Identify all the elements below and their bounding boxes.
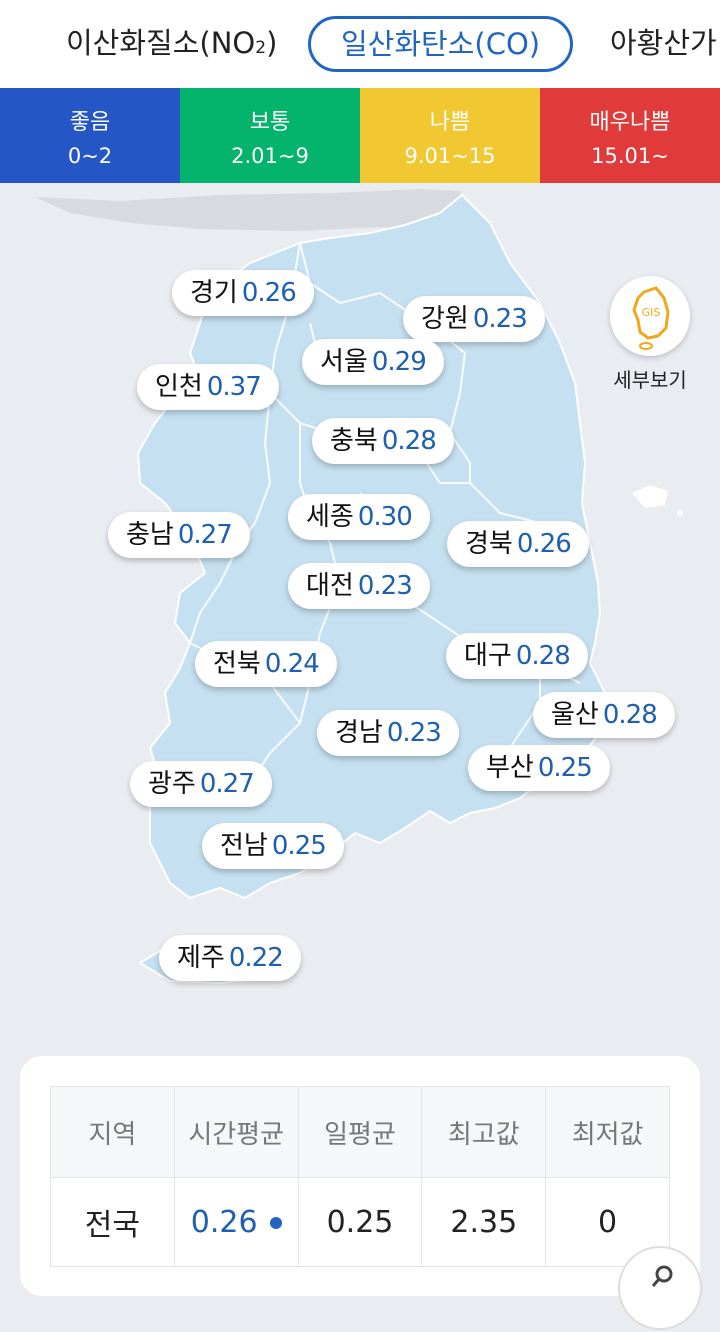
search-icon <box>651 1265 673 1287</box>
region-value: 0.26 <box>516 529 572 559</box>
region-name: 경북 <box>465 529 513 559</box>
gis-detail-button[interactable]: GIS <box>610 276 690 356</box>
region-value: 0.23 <box>386 718 442 748</box>
gis-map-icon: GIS <box>632 286 670 350</box>
legend-range: 0~2 <box>67 143 113 168</box>
legend-grade: 좋음 <box>69 109 111 135</box>
cell-region: 전국 <box>50 1177 175 1267</box>
legend-normal: 보통 2.01~9 <box>180 88 360 183</box>
region-pill-sejong[interactable]: 세종 0.30 <box>288 494 430 540</box>
legend-bad: 나쁨 9.01~15 <box>360 88 540 183</box>
cell-max: 2.35 <box>421 1177 547 1267</box>
region-pill-jeju[interactable]: 제주 0.22 <box>159 935 301 981</box>
table-row: 전국 0.26 0.25 2.35 0 <box>50 1177 670 1267</box>
cell-daily: 0.25 <box>297 1177 423 1267</box>
cell-hourly: 0.26 <box>173 1177 299 1267</box>
region-value: 0.37 <box>206 372 262 402</box>
status-dot-icon <box>269 1217 282 1229</box>
region-name: 울산 <box>551 700 599 730</box>
region-pill-gwangju[interactable]: 광주 0.27 <box>130 761 272 807</box>
region-value: 0.25 <box>271 831 327 861</box>
cell-hourly-value: 0.26 <box>190 1204 258 1240</box>
tab-no2-suffix: ) <box>266 26 278 60</box>
region-pill-ulsan[interactable]: 울산 0.28 <box>533 692 675 738</box>
region-value: 0.25 <box>537 753 593 783</box>
legend-grade: 매우나쁨 <box>589 109 671 135</box>
region-name: 세종 <box>306 502 354 532</box>
region-name: 경남 <box>335 718 383 748</box>
legend-range: 9.01~15 <box>404 143 496 168</box>
stats-table: 지역 시간평균 일평균 최고값 최저값 전국 0.26 0.25 2.35 0 <box>50 1086 670 1267</box>
stats-panel: 지역 시간평균 일평균 최고값 최저값 전국 0.26 0.25 2.35 0 <box>20 1056 700 1296</box>
col-hourly: 시간평균 <box>173 1086 299 1178</box>
tab-no2-label: 이산화질소(NO <box>66 26 256 60</box>
region-value: 0.26 <box>241 278 297 308</box>
tab-co[interactable]: 일산화탄소(CO) <box>308 16 574 72</box>
col-max: 최고값 <box>421 1086 547 1178</box>
pollutant-tabs: 이산화질소(NO2) 일산화탄소(CO) 아황산가 <box>0 0 720 88</box>
region-name: 광주 <box>148 769 196 799</box>
col-region: 지역 <box>50 1086 175 1178</box>
region-name: 대전 <box>306 571 354 601</box>
region-pill-gangwon[interactable]: 강원 0.23 <box>403 296 545 342</box>
region-name: 전남 <box>220 831 268 861</box>
region-name: 충북 <box>330 426 378 456</box>
tab-no2-subscript: 2 <box>255 38 267 58</box>
region-value: 0.22 <box>228 943 284 973</box>
tab-so2[interactable]: 아황산가 <box>610 16 717 72</box>
region-name: 충남 <box>126 520 174 550</box>
tab-no2[interactable]: 이산화질소(NO2) <box>66 16 277 72</box>
region-pill-seoul[interactable]: 서울 0.29 <box>302 339 444 385</box>
region-name: 전북 <box>213 649 261 679</box>
region-value: 0.28 <box>515 641 571 671</box>
col-min: 최저값 <box>545 1086 670 1178</box>
region-name: 대구 <box>464 641 512 671</box>
region-value: 0.27 <box>177 520 233 550</box>
region-pill-jeonnam[interactable]: 전남 0.25 <box>202 823 344 869</box>
region-pill-gyeongnam[interactable]: 경남 0.23 <box>317 710 459 756</box>
legend-range: 15.01~ <box>591 143 669 168</box>
legend-good: 좋음 0~2 <box>0 88 180 183</box>
region-name: 제주 <box>177 943 225 973</box>
col-daily: 일평균 <box>297 1086 423 1178</box>
region-value: 0.23 <box>357 571 413 601</box>
gis-badge: GIS <box>642 306 661 319</box>
region-value: 0.29 <box>371 347 427 377</box>
region-pill-jeonbuk[interactable]: 전북 0.24 <box>195 641 337 687</box>
region-name: 강원 <box>421 304 469 334</box>
region-value: 0.27 <box>199 769 255 799</box>
region-pill-chungbuk[interactable]: 충북 0.28 <box>312 418 454 464</box>
tab-co-label: 일산화탄소(CO) <box>341 27 541 61</box>
region-value: 0.30 <box>357 502 413 532</box>
region-pill-chungnam[interactable]: 충남 0.27 <box>108 512 250 558</box>
legend-grade: 나쁨 <box>429 109 471 135</box>
region-value: 0.28 <box>381 426 437 456</box>
legend-very-bad: 매우나쁨 15.01~ <box>540 88 720 183</box>
region-pill-gyeonggi[interactable]: 경기 0.26 <box>172 270 314 316</box>
region-value: 0.23 <box>472 304 528 334</box>
region-pill-gyeongbuk[interactable]: 경북 0.26 <box>447 521 589 567</box>
region-name: 경기 <box>190 278 238 308</box>
region-value: 0.28 <box>602 700 658 730</box>
table-header-row: 지역 시간평균 일평균 최고값 최저값 <box>50 1086 670 1178</box>
region-name: 인천 <box>155 372 203 402</box>
region-pill-incheon[interactable]: 인천 0.37 <box>137 364 279 410</box>
region-pill-daejeon[interactable]: 대전 0.23 <box>288 563 430 609</box>
search-fab[interactable] <box>620 1248 700 1328</box>
region-pill-daegu[interactable]: 대구 0.28 <box>446 633 588 679</box>
grade-legend: 좋음 0~2 보통 2.01~9 나쁨 9.01~15 매우나쁨 15.01~ <box>0 88 720 183</box>
region-name: 부산 <box>486 753 534 783</box>
gis-detail-label: 세부보기 <box>613 368 687 392</box>
legend-grade: 보통 <box>249 109 291 135</box>
region-pill-busan[interactable]: 부산 0.25 <box>468 745 610 791</box>
legend-range: 2.01~9 <box>231 143 309 168</box>
region-name: 서울 <box>320 347 368 377</box>
tab-so2-label: 아황산가 <box>610 26 717 60</box>
region-value: 0.24 <box>264 649 320 679</box>
